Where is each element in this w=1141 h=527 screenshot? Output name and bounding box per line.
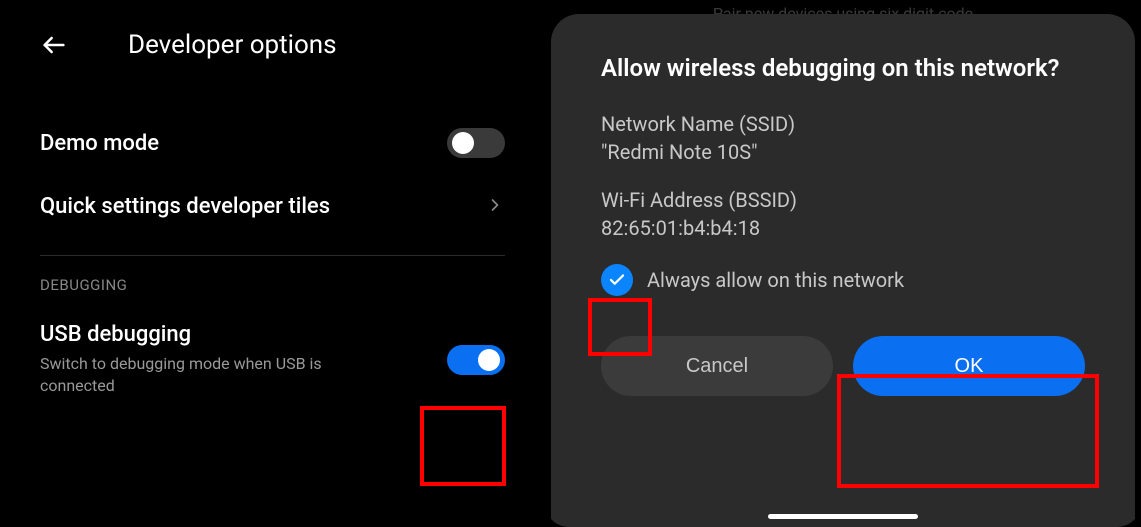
developer-options-screen: Developer options Demo mode Quick settin…: [0, 0, 545, 527]
page-title: Developer options: [128, 30, 337, 60]
header: Developer options: [40, 30, 505, 60]
quick-settings-tiles-label: Quick settings developer tiles: [40, 194, 485, 219]
dialog-sheet: Allow wireless debugging on this network…: [551, 14, 1135, 527]
demo-mode-label: Demo mode: [40, 131, 447, 156]
dialog-button-row: Cancel OK: [601, 336, 1085, 396]
demo-mode-toggle[interactable]: [447, 128, 505, 158]
ssid-value: "Redmi Note 10S": [601, 140, 1085, 164]
dialog-title: Allow wireless debugging on this network…: [601, 54, 1085, 82]
always-allow-row[interactable]: Always allow on this network: [601, 264, 1085, 296]
ssid-label: Network Name (SSID): [601, 112, 1085, 136]
usb-debugging-label: USB debugging: [40, 322, 447, 347]
bssid-value: 82:65:01:b4:b4:18: [601, 216, 1085, 240]
demo-mode-row[interactable]: Demo mode: [40, 110, 505, 176]
always-allow-checkbox[interactable]: [601, 264, 633, 296]
chevron-right-icon: [485, 195, 505, 219]
ok-button[interactable]: OK: [853, 336, 1085, 396]
always-allow-label: Always allow on this network: [647, 268, 904, 292]
bssid-label: Wi-Fi Address (BSSID): [601, 188, 1085, 212]
cancel-button[interactable]: Cancel: [601, 336, 833, 396]
debugging-section-header: DEBUGGING: [40, 276, 505, 294]
back-arrow-icon[interactable]: [40, 31, 68, 59]
usb-debugging-toggle[interactable]: [447, 345, 505, 375]
usb-debugging-sub: Switch to debugging mode when USB is con…: [40, 353, 380, 398]
usb-debugging-row[interactable]: USB debugging Switch to debugging mode w…: [40, 304, 505, 416]
wireless-debugging-dialog-screen: Pair new devices using six digit code Al…: [545, 0, 1141, 527]
annotation-highlight: [420, 406, 506, 486]
quick-settings-tiles-row[interactable]: Quick settings developer tiles: [40, 176, 505, 237]
home-indicator[interactable]: [768, 514, 918, 519]
divider: [40, 255, 505, 256]
